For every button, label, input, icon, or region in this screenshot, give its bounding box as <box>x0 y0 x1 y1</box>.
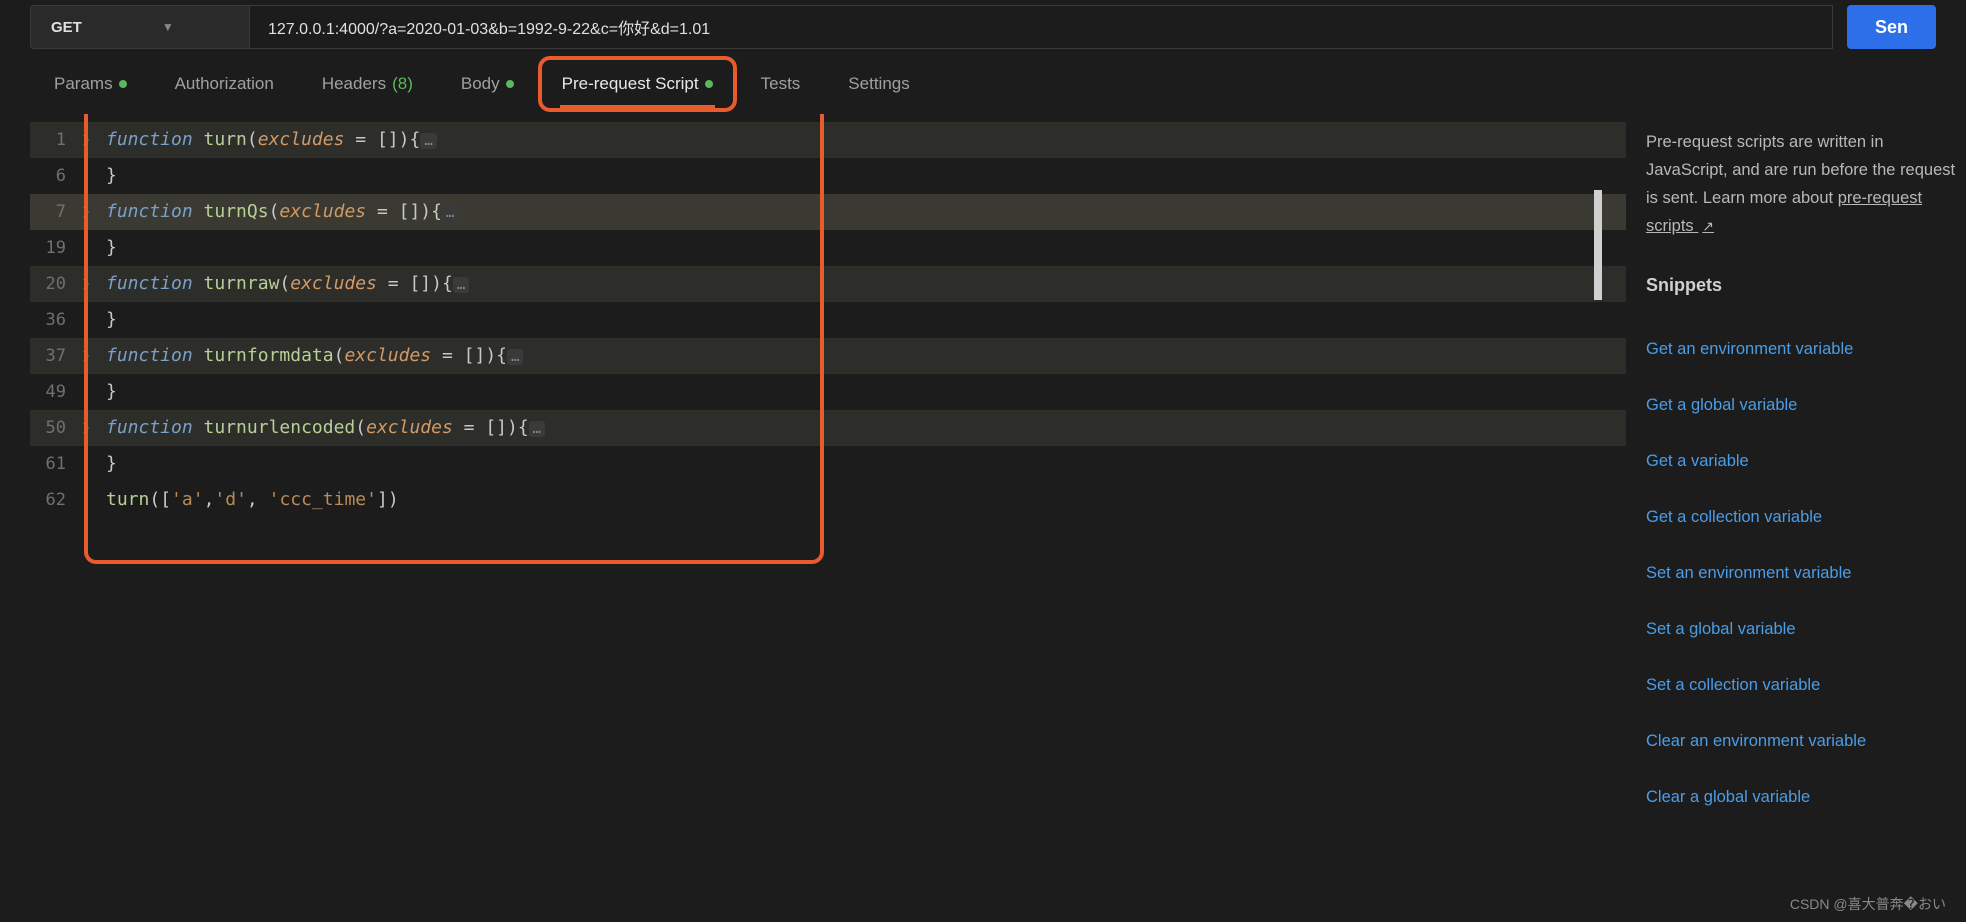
snippet-item[interactable]: Get an environment variable <box>1646 321 1966 377</box>
request-tabs: Params Authorization Headers (8) Body Pr… <box>0 54 1966 114</box>
snippets-heading: Snippets <box>1646 270 1966 301</box>
fold-arrow-icon[interactable]: ❯ <box>74 122 98 158</box>
line-number: 6 <box>30 158 74 194</box>
editor-area: 1❯function turn(excludes = []){…6}7❯func… <box>30 114 1626 922</box>
code-content: function turnQs(excludes = []){… <box>98 194 458 231</box>
tab-label: Tests <box>761 74 801 94</box>
snippet-item[interactable]: Get a variable <box>1646 433 1966 489</box>
code-content: } <box>98 374 117 410</box>
status-dot-icon <box>506 80 514 88</box>
tab-body[interactable]: Body <box>437 56 538 112</box>
code-content: function turnformdata(excludes = []){… <box>98 338 523 375</box>
tab-label: Headers <box>322 74 386 94</box>
line-number: 61 <box>30 446 74 482</box>
code-line[interactable]: 1❯function turn(excludes = []){… <box>30 122 1626 158</box>
tab-headers[interactable]: Headers (8) <box>298 56 437 112</box>
tab-label: Settings <box>848 74 909 94</box>
code-line[interactable]: 61} <box>30 446 1626 482</box>
snippet-item[interactable]: Set a collection variable <box>1646 657 1966 713</box>
snippet-item[interactable]: Clear an environment variable <box>1646 713 1966 769</box>
line-number: 1 <box>30 122 74 158</box>
url-input[interactable] <box>250 5 1833 49</box>
line-number: 49 <box>30 374 74 410</box>
tab-prerequest-script[interactable]: Pre-request Script <box>538 56 737 112</box>
fold-arrow-icon[interactable]: ❯ <box>74 194 98 230</box>
scrollbar-thumb[interactable] <box>1594 190 1602 300</box>
tab-label: Body <box>461 74 500 94</box>
line-number: 37 <box>30 338 74 374</box>
tab-tests[interactable]: Tests <box>737 56 825 112</box>
line-number: 36 <box>30 302 74 338</box>
code-content: } <box>98 230 117 266</box>
snippets-list: Get an environment variableGet a global … <box>1646 321 1966 825</box>
watermark: CSDN @喜大普奔�おい <box>1790 894 1946 914</box>
main-content: 1❯function turn(excludes = []){…6}7❯func… <box>0 114 1966 922</box>
snippet-item[interactable]: Get a collection variable <box>1646 489 1966 545</box>
code-line[interactable]: 19} <box>30 230 1626 266</box>
send-button[interactable]: Sen <box>1847 5 1936 49</box>
code-content: function turnurlencoded(excludes = []){… <box>98 410 545 447</box>
sidebar-description: Pre-request scripts are written in JavaS… <box>1646 128 1966 240</box>
line-number: 50 <box>30 410 74 446</box>
method-label: GET <box>51 19 82 36</box>
snippet-item[interactable]: Set an environment variable <box>1646 545 1966 601</box>
line-number: 7 <box>30 194 74 230</box>
code-line[interactable]: 6} <box>30 158 1626 194</box>
tab-label: Params <box>54 74 113 94</box>
code-content: turn(['a','d', 'ccc_time']) <box>98 482 399 518</box>
line-number: 62 <box>30 482 74 518</box>
method-select[interactable]: GET ▼ <box>30 5 250 49</box>
fold-arrow-icon[interactable]: ❯ <box>74 410 98 446</box>
line-number: 20 <box>30 266 74 302</box>
tab-label: Pre-request Script <box>562 74 699 94</box>
code-line[interactable]: 7❯function turnQs(excludes = []){… <box>30 194 1626 230</box>
code-line[interactable]: 49} <box>30 374 1626 410</box>
fold-arrow-icon[interactable]: ❯ <box>74 266 98 302</box>
code-content: function turnraw(excludes = []){… <box>98 266 469 303</box>
code-line[interactable]: 50❯function turnurlencoded(excludes = []… <box>30 410 1626 446</box>
code-line[interactable]: 20❯function turnraw(excludes = []){… <box>30 266 1626 302</box>
code-line[interactable]: 37❯function turnformdata(excludes = []){… <box>30 338 1626 374</box>
external-link-icon: ↗ <box>1702 218 1714 234</box>
line-number: 19 <box>30 230 74 266</box>
code-editor[interactable]: 1❯function turn(excludes = []){…6}7❯func… <box>30 118 1626 522</box>
code-line[interactable]: 62 turn(['a','d', 'ccc_time']) <box>30 482 1626 518</box>
status-dot-icon <box>119 80 127 88</box>
status-dot-icon <box>705 80 713 88</box>
fold-arrow-icon[interactable]: ❯ <box>74 338 98 374</box>
code-line[interactable]: 36} <box>30 302 1626 338</box>
snippet-item[interactable]: Clear a global variable <box>1646 769 1966 825</box>
tab-params[interactable]: Params <box>30 56 151 112</box>
code-content: } <box>98 158 117 194</box>
headers-count: (8) <box>392 74 413 94</box>
helper-sidebar: Pre-request scripts are written in JavaS… <box>1626 114 1966 922</box>
tab-authorization[interactable]: Authorization <box>151 56 298 112</box>
tab-settings[interactable]: Settings <box>824 56 933 112</box>
snippet-item[interactable]: Set a global variable <box>1646 601 1966 657</box>
snippet-item[interactable]: Get a global variable <box>1646 377 1966 433</box>
request-bar: GET ▼ Sen <box>0 0 1966 54</box>
code-content: } <box>98 302 117 338</box>
code-content: function turn(excludes = []){… <box>98 122 437 159</box>
tab-label: Authorization <box>175 74 274 94</box>
code-content: } <box>98 446 117 482</box>
chevron-down-icon: ▼ <box>162 20 174 34</box>
